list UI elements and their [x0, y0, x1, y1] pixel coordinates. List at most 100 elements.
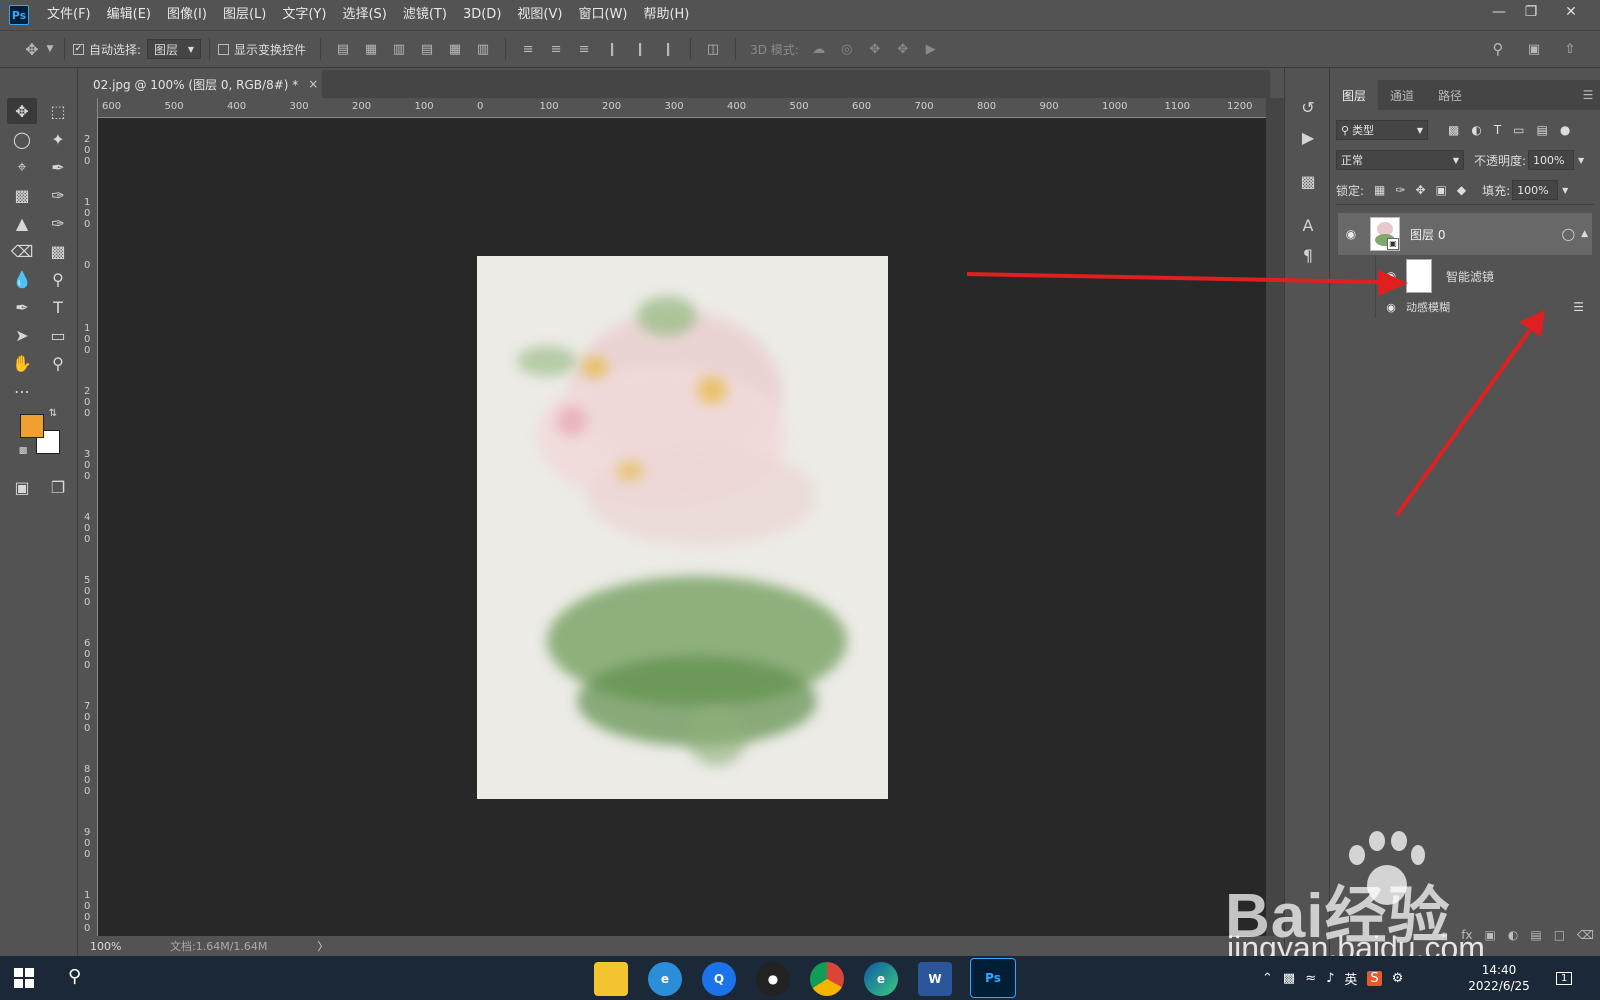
menu-help[interactable]: 帮助(H) — [635, 0, 697, 30]
hand-tool-icon[interactable]: ✋ — [7, 350, 37, 376]
opacity-input[interactable]: 100% — [1528, 150, 1575, 170]
3d-panel-icon[interactable]: ▩ — [1295, 168, 1321, 194]
ie-browser-icon[interactable]: e — [648, 962, 682, 996]
pen-tool-icon[interactable]: ✒ — [7, 294, 37, 320]
filter-adjustment-icon[interactable]: ◐ — [1471, 123, 1481, 137]
menu-3d[interactable]: 3D(D) — [455, 0, 509, 30]
workspace-icon[interactable]: ▣ — [1520, 39, 1548, 59]
3d-pan-icon[interactable]: ✥ — [861, 39, 889, 59]
move-tool-icon[interactable]: ✥ — [20, 39, 44, 59]
tab-paths[interactable]: 路径 — [1426, 80, 1474, 110]
blending-options-icon[interactable]: ☰ — [1573, 300, 1584, 314]
magic-wand-tool-icon[interactable]: ✦ — [43, 126, 73, 152]
notification-center-icon[interactable]: 1 — [1556, 956, 1573, 1000]
adjustment-layer-icon[interactable]: ◐ — [1508, 928, 1518, 942]
layer-style-icon[interactable]: fx — [1461, 928, 1472, 942]
menu-layer[interactable]: 图层(L) — [215, 0, 274, 30]
auto-select-dropdown[interactable]: 图层 ▼ — [147, 39, 202, 59]
edge-icon[interactable]: e — [864, 962, 898, 996]
align-top-icon[interactable]: ▤ — [329, 39, 357, 59]
align-vcenter-icon[interactable]: ▦ — [357, 39, 385, 59]
search-icon[interactable]: ⚲ — [1484, 39, 1512, 59]
share-icon[interactable]: ⇧ — [1556, 39, 1584, 59]
frame-tool-icon[interactable]: ▩ — [7, 182, 37, 208]
distribute-vcenter-icon[interactable]: ≡ — [542, 39, 570, 59]
paragraph-panel-icon[interactable]: ¶ — [1295, 242, 1321, 268]
menu-view[interactable]: 视图(V) — [509, 0, 570, 30]
qq-icon[interactable]: ● — [756, 962, 790, 996]
filter-kind-dropdown[interactable]: ⚲ 类型 ▼ — [1336, 120, 1428, 140]
volume-icon[interactable]: ♪ — [1326, 971, 1334, 986]
blend-mode-dropdown[interactable]: 正常 ▼ — [1336, 150, 1464, 170]
new-layer-icon[interactable]: □ — [1554, 928, 1565, 942]
filter-smart-object-icon[interactable]: ▤ — [1537, 123, 1548, 137]
move-tool-icon[interactable]: ✥ — [7, 98, 37, 124]
filter-type-icon[interactable]: T — [1494, 123, 1501, 137]
trash-icon[interactable]: ⌫ — [1577, 928, 1594, 942]
blur-tool-icon[interactable]: 💧 — [7, 266, 37, 292]
layer-row-layer-0[interactable]: ◉ ▣ 图层 0 ◯ ▲ — [1338, 213, 1592, 255]
add-mask-icon[interactable]: ▣ — [1485, 928, 1496, 942]
gradient-tool-icon[interactable]: ▩ — [43, 238, 73, 264]
clock[interactable]: 14:40 2022/6/25 — [1462, 956, 1536, 1000]
type-tool-icon[interactable]: T — [43, 294, 73, 320]
fill-input[interactable]: 100% — [1512, 180, 1559, 200]
3d-camera-icon[interactable]: ▶ — [917, 39, 945, 59]
lock-artboard-icon[interactable]: ▣ — [1436, 183, 1447, 197]
crop-tool-icon[interactable]: ⌖ — [7, 154, 37, 180]
chevron-down-icon[interactable]: ▼ — [1578, 156, 1584, 165]
eye-icon[interactable]: ◉ — [1376, 301, 1406, 314]
close-window-icon[interactable]: ✕ — [1556, 0, 1586, 24]
eye-icon[interactable]: ◉ — [1338, 227, 1364, 241]
menu-window[interactable]: 窗口(W) — [570, 0, 635, 30]
eye-icon[interactable]: ◉ — [1376, 269, 1406, 283]
filter-row-motion-blur[interactable]: ◉ 动感模糊 ☰ — [1338, 296, 1592, 318]
brush-tool-icon[interactable]: ✑ — [43, 182, 73, 208]
distribute-right-icon[interactable]: ❙ — [654, 39, 682, 59]
screen-mode-icon[interactable]: ❐ — [43, 474, 73, 500]
wifi-icon[interactable]: ≈ — [1305, 971, 1316, 986]
menu-image[interactable]: 图像(I) — [159, 0, 215, 30]
3d-orbit-icon[interactable]: ☁ — [805, 39, 833, 59]
qq-browser-icon[interactable]: Q — [702, 962, 736, 996]
minimize-icon[interactable]: — — [1484, 0, 1514, 24]
more-tools-icon[interactable]: ⋯ — [7, 378, 37, 404]
status-arrow-icon[interactable]: 〉 — [317, 938, 328, 954]
windows-start-icon[interactable] — [14, 968, 34, 988]
close-tab-icon[interactable]: × — [308, 77, 318, 91]
panel-menu-icon[interactable]: ☰ — [1576, 80, 1600, 110]
vertical-scrollbar[interactable] — [1266, 98, 1284, 936]
sogou-icon[interactable]: S — [1367, 970, 1382, 986]
new-group-icon[interactable]: ▤ — [1530, 928, 1541, 942]
rectangle-tool-icon[interactable]: ▭ — [43, 322, 73, 348]
tab-layers[interactable]: 图层 — [1330, 80, 1378, 110]
align-right-icon[interactable]: ▥ — [469, 39, 497, 59]
lock-image-icon[interactable]: ✑ — [1395, 183, 1405, 197]
foreground-color-swatch[interactable] — [20, 414, 44, 438]
show-transform-checkbox[interactable] — [218, 43, 230, 55]
lock-transparent-icon[interactable]: ▦ — [1374, 183, 1385, 197]
dodge-tool-icon[interactable]: ⚲ — [43, 266, 73, 292]
distribute-hcenter-icon[interactable]: ❙ — [626, 39, 654, 59]
filter-shape-icon[interactable]: ▭ — [1513, 123, 1524, 137]
marquee-tool-icon[interactable]: ⬚ — [43, 98, 73, 124]
document-tab[interactable]: 02.jpg @ 100% (图层 0, RGB/8#) * × — [80, 70, 322, 98]
history-icon[interactable]: ↺ — [1295, 94, 1321, 120]
zoom-tool-icon[interactable]: ⚲ — [43, 350, 73, 376]
menu-filter[interactable]: 滤镜(T) — [395, 0, 455, 30]
stamp-tool-icon[interactable]: ▲ — [7, 210, 37, 236]
collapse-icon[interactable]: ▲ — [1581, 229, 1588, 239]
quick-mask-icon[interactable]: ▣ — [7, 474, 37, 500]
lasso-tool-icon[interactable]: ◯ — [7, 126, 37, 152]
auto-align-icon[interactable]: ◫ — [699, 39, 727, 59]
swap-colors-icon[interactable]: ⇅ — [46, 406, 60, 420]
chevron-down-icon[interactable]: ▼ — [1562, 186, 1568, 195]
distribute-bottom-icon[interactable]: ≡ — [570, 39, 598, 59]
path-select-tool-icon[interactable]: ➤ — [7, 322, 37, 348]
menu-file[interactable]: 文件(F) — [39, 0, 99, 30]
align-left-icon[interactable]: ▤ — [413, 39, 441, 59]
3d-slide-icon[interactable]: ✥ — [889, 39, 917, 59]
file-explorer-icon[interactable] — [594, 962, 628, 996]
history-brush-tool-icon[interactable]: ✑ — [43, 210, 73, 236]
chevron-down-icon[interactable]: ▼ — [44, 39, 56, 59]
